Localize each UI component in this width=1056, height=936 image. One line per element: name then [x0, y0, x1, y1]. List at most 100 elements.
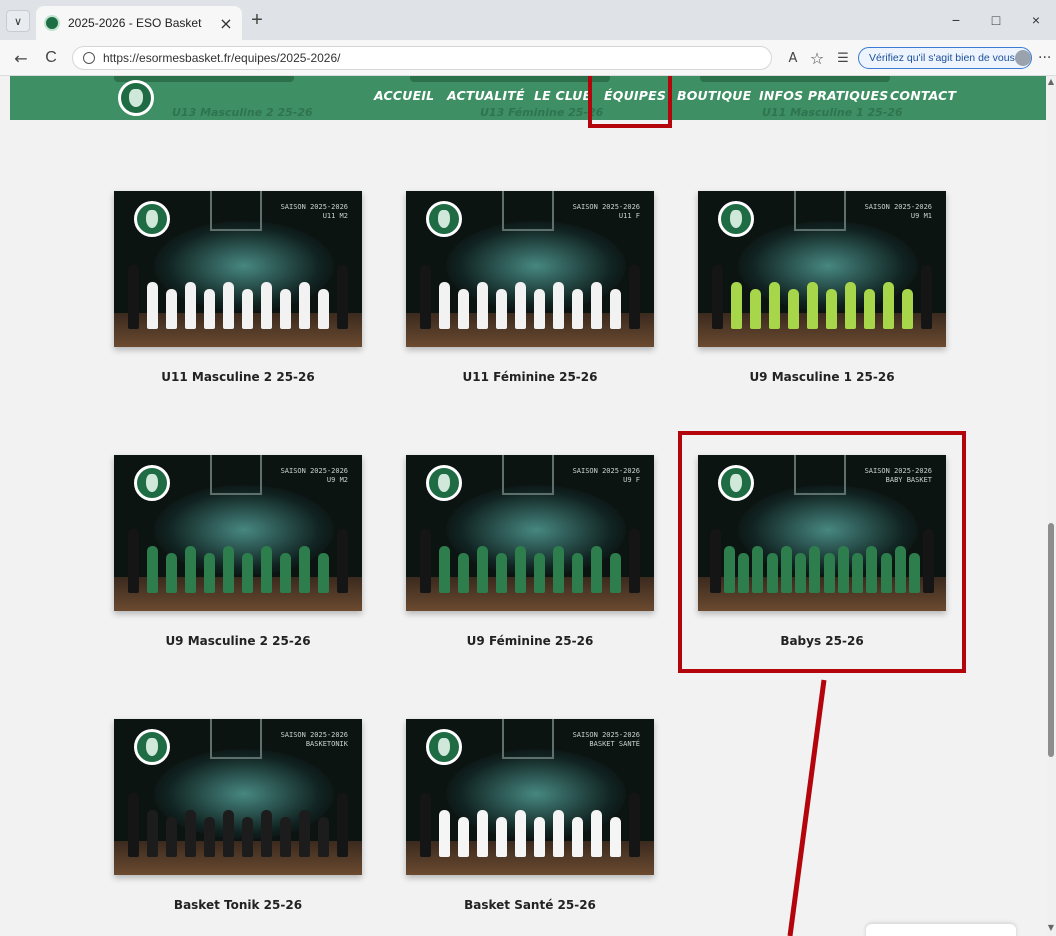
player-figure — [629, 529, 640, 593]
maximize-button[interactable]: □ — [976, 0, 1016, 40]
address-bar-row: ← C https://esormesbasket.fr/equipes/202… — [0, 40, 1056, 76]
scrollbar[interactable]: ▲ ▼ — [1046, 76, 1056, 936]
nav-contact[interactable]: CONTACT — [890, 88, 956, 103]
team-photo[interactable]: SAISON 2025-2026 U9 M2 — [114, 455, 362, 611]
club-badge-icon — [426, 465, 462, 501]
player-figure — [280, 817, 291, 857]
read-aloud-icon[interactable]: A — [782, 47, 804, 69]
back-icon[interactable]: ← — [10, 47, 32, 69]
tab-close-button[interactable]: × — [218, 14, 234, 33]
player-figure — [128, 529, 139, 593]
basket-hoop — [210, 191, 262, 231]
player-figure — [496, 553, 507, 593]
season-label: SAISON 2025-2026 — [280, 467, 348, 475]
club-badge-icon — [426, 729, 462, 765]
player-figure — [166, 817, 177, 857]
lock-icon[interactable] — [83, 52, 95, 64]
player-figure — [458, 553, 469, 593]
player-figure — [553, 282, 564, 329]
nav-actualite[interactable]: ACTUALITÉ — [447, 88, 525, 103]
player-figure — [204, 289, 215, 329]
favorite-icon[interactable]: ☆ — [806, 47, 828, 69]
profile-icon — [1014, 50, 1031, 66]
player-figure — [496, 817, 507, 857]
season-label: SAISON 2025-2026 — [572, 731, 640, 739]
players-group — [416, 263, 644, 329]
players-group — [124, 791, 352, 857]
nav-le-club[interactable]: LE CLUB — [534, 88, 592, 103]
player-figure — [477, 810, 488, 857]
team-photo[interactable]: SAISON 2025-2026 U9 M1 — [698, 191, 946, 347]
player-figure — [750, 289, 761, 329]
player-figure — [553, 810, 564, 857]
team-photo[interactable]: SAISON 2025-2026 U9 F — [406, 455, 654, 611]
team-title[interactable]: U11 Masculine 2 25-26 — [114, 370, 362, 384]
season-overlay: SAISON 2025-2026 U9 F — [573, 467, 640, 485]
player-figure — [242, 289, 253, 329]
minimize-button[interactable]: − — [936, 0, 976, 40]
team-title[interactable]: Basket Tonik 25-26 — [114, 898, 362, 912]
favorites-bar-icon[interactable]: ☰ — [832, 47, 854, 69]
player-figure — [318, 553, 329, 593]
players-group — [416, 527, 644, 593]
category-label: U9 F — [623, 476, 640, 484]
category-label: U9 M1 — [910, 212, 932, 220]
team-title[interactable]: U11 Féminine 25-26 — [406, 370, 654, 384]
player-figure — [185, 282, 196, 329]
season-label: SAISON 2025-2026 — [864, 203, 932, 211]
close-window-button[interactable]: × — [1016, 0, 1056, 40]
players-group — [708, 263, 936, 329]
player-figure — [261, 810, 272, 857]
scrollbar-thumb[interactable] — [1048, 523, 1054, 757]
team-title[interactable]: U9 Masculine 2 25-26 — [114, 634, 362, 648]
player-figure — [318, 817, 329, 857]
player-figure — [534, 817, 545, 857]
player-figure — [769, 282, 780, 329]
more-icon[interactable]: ··· — [1038, 50, 1051, 66]
player-figure — [629, 793, 640, 857]
team-title[interactable]: Basket Santé 25-26 — [406, 898, 654, 912]
team-title[interactable]: U9 Masculine 1 25-26 — [698, 370, 946, 384]
player-figure — [280, 553, 291, 593]
background-card-title: U13 Féminine 25-26 — [480, 106, 604, 119]
tab-list-icon[interactable]: ∨ — [6, 10, 30, 32]
nav-accueil[interactable]: ACCUEIL — [374, 88, 434, 103]
player-figure — [591, 810, 602, 857]
annotation-arrow-line — [787, 679, 827, 936]
club-logo[interactable] — [118, 80, 154, 116]
team-photo[interactable]: SAISON 2025-2026 BASKET SANTÉ — [406, 719, 654, 875]
player-figure — [318, 289, 329, 329]
nav-infos-pratiques[interactable]: INFOS PRATIQUES — [759, 88, 888, 103]
browser-tab-active[interactable]: 2025-2026 - ESO Basket × — [36, 6, 242, 40]
player-figure — [807, 282, 818, 329]
basket-hoop — [210, 455, 262, 495]
profile-verify-button[interactable]: Vérifiez qu'il s'agit bien de vous — [858, 47, 1032, 69]
background-card-strip — [410, 76, 610, 82]
club-badge-icon — [134, 201, 170, 237]
team-photo[interactable]: SAISON 2025-2026 U11 M2 — [114, 191, 362, 347]
player-figure — [591, 546, 602, 593]
player-figure — [439, 282, 450, 329]
player-figure — [553, 546, 564, 593]
team-photo[interactable]: SAISON 2025-2026 U11 F — [406, 191, 654, 347]
nav-boutique[interactable]: BOUTIQUE — [677, 88, 751, 103]
club-badge-icon — [134, 465, 170, 501]
player-figure — [420, 529, 431, 593]
team-title[interactable]: U9 Féminine 25-26 — [406, 634, 654, 648]
team-photo[interactable]: SAISON 2025-2026 BASKETONIK — [114, 719, 362, 875]
new-tab-button[interactable]: + — [246, 10, 268, 32]
nav-highlight-box — [588, 76, 672, 128]
url-field[interactable]: https://esormesbasket.fr/equipes/2025-20… — [72, 46, 772, 70]
category-label: BASKET SANTÉ — [589, 740, 640, 748]
logo-emblem-icon — [129, 89, 143, 107]
scroll-down-icon[interactable]: ▼ — [1047, 924, 1055, 932]
player-figure — [299, 282, 310, 329]
player-figure — [712, 265, 723, 329]
scroll-up-icon[interactable]: ▲ — [1047, 78, 1055, 86]
refresh-icon[interactable]: C — [40, 47, 62, 69]
floating-widget[interactable] — [866, 924, 1016, 936]
basket-hoop — [502, 455, 554, 495]
player-figure — [242, 817, 253, 857]
basket-hoop — [502, 191, 554, 231]
player-figure — [458, 817, 469, 857]
